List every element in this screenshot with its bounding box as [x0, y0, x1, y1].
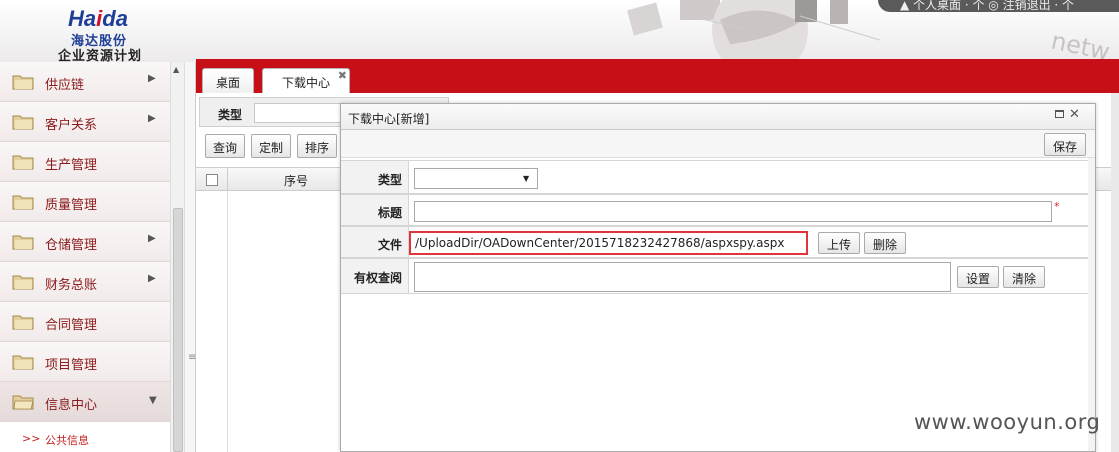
- sidebar-item-projects[interactable]: 项目管理: [0, 342, 170, 382]
- dialog-scrollbar[interactable]: [1088, 158, 1095, 451]
- required-marker: *: [1054, 200, 1060, 213]
- scroll-up-icon[interactable]: ▲: [173, 65, 179, 74]
- sidebar-item-contracts[interactable]: 合同管理: [0, 302, 170, 342]
- logo-subtitle: 企业资源计划: [58, 49, 143, 62]
- sidebar-scroll-thumb[interactable]: [173, 208, 183, 452]
- sidebar-item-label: 仓储管理: [45, 238, 98, 253]
- list-toolbar: 查询 定制 排序: [199, 129, 349, 159]
- form-row-type: 类型 ▼: [341, 160, 1089, 194]
- chevron-right-icon: ▶: [148, 233, 156, 244]
- set-permission-button[interactable]: 设置: [957, 266, 999, 288]
- tab-label: 下载中心: [281, 76, 330, 90]
- folder-icon: [12, 275, 34, 290]
- tab-download-center[interactable]: 下载中心 ✖: [262, 68, 350, 94]
- permission-label: 有权查阅: [341, 259, 409, 293]
- save-button[interactable]: 保存: [1044, 133, 1086, 156]
- user-toolbar-text[interactable]: ▲ 个人桌面 · 个 ◎ 注销退出 · 个: [900, 0, 1074, 13]
- header-art-text: netw: [1049, 26, 1113, 62]
- double-chevron-icon: >>: [22, 432, 41, 445]
- sidebar-item-label: 项目管理: [45, 358, 98, 373]
- sidebar-item-label: 财务总账: [45, 278, 98, 293]
- sidebar-item-finance[interactable]: 财务总账 ▶: [0, 262, 170, 302]
- filter-type-input[interactable]: [254, 103, 354, 123]
- sidebar-item-label: 质量管理: [45, 198, 98, 213]
- chevron-down-icon: ▼: [149, 395, 157, 406]
- column-divider: [227, 168, 228, 192]
- watermark: www.wooyun.org: [914, 410, 1101, 434]
- dropdown-arrow-icon: ▼: [523, 174, 530, 183]
- delete-button[interactable]: 删除: [864, 232, 906, 254]
- form-row-permission: 有权查阅 设置 清除: [341, 258, 1089, 294]
- column-divider: [227, 191, 228, 452]
- chevron-right-icon: ▶: [148, 73, 156, 84]
- add-download-dialog: 下载中心[新增] ✕ 保存 类型 ▼ 标题 * 文件 /UploadDir/OA…: [340, 103, 1096, 452]
- sidebar-item-info-center[interactable]: 信息中心 ▼: [0, 382, 170, 422]
- sort-button[interactable]: 排序: [297, 134, 337, 158]
- sidebar-item-quality[interactable]: 质量管理: [0, 182, 170, 222]
- sidebar-menu: 供应链 ▶ 客户关系 ▶ 生产管理 质量管理 仓储管理 ▶ 财务总账 ▶ 合同管…: [0, 62, 170, 452]
- select-all-checkbox[interactable]: [206, 174, 218, 186]
- close-icon[interactable]: ✕: [1069, 107, 1080, 122]
- sidebar-item-label: 生产管理: [45, 158, 98, 173]
- type-select[interactable]: ▼: [414, 168, 538, 189]
- sidebar-subitem-public-info[interactable]: >> 公共信息: [0, 428, 170, 452]
- folder-icon: [12, 115, 34, 130]
- folder-icon: [12, 195, 34, 210]
- sidebar-item-label: 供应链: [45, 78, 85, 93]
- tab-desktop[interactable]: 桌面: [202, 68, 254, 94]
- folder-icon: [12, 355, 34, 370]
- sidebar-item-label: 合同管理: [45, 318, 98, 333]
- maximize-icon[interactable]: [1055, 110, 1064, 118]
- dialog-toolbar: 保存: [341, 130, 1095, 158]
- folder-icon: [12, 235, 34, 250]
- title-input[interactable]: [414, 201, 1052, 222]
- dialog-titlebar[interactable]: 下载中心[新增] ✕: [341, 104, 1095, 130]
- sidebar-item-supply-chain[interactable]: 供应链 ▶: [0, 62, 170, 102]
- form-row-title: 标题 *: [341, 194, 1089, 226]
- folder-icon: [12, 155, 34, 170]
- sidebar-item-label: 客户关系: [45, 118, 98, 133]
- panel-scrollbar[interactable]: [1111, 93, 1119, 452]
- sidebar-item-customer-relations[interactable]: 客户关系 ▶: [0, 102, 170, 142]
- sidebar-item-production[interactable]: 生产管理: [0, 142, 170, 182]
- sidebar-subitem-label: 公共信息: [45, 434, 89, 447]
- clear-permission-button[interactable]: 清除: [1003, 266, 1045, 288]
- upload-button[interactable]: 上传: [818, 232, 860, 254]
- sidebar-splitter[interactable]: ≡: [184, 62, 196, 452]
- folder-open-icon: [12, 395, 34, 410]
- app-header: Haida 海达股份 企业资源计划 netw ▲ 个人桌面 · 个 ◎ 注销退出…: [0, 0, 1119, 62]
- type-label: 类型: [341, 161, 409, 193]
- form-row-file: 文件 /UploadDir/OADownCenter/2015718232427…: [341, 226, 1089, 258]
- file-path-input[interactable]: /UploadDir/OADownCenter/2015718232427868…: [409, 231, 808, 255]
- dialog-title: 下载中心[新增]: [348, 112, 430, 126]
- filter-type-label: 类型: [218, 108, 243, 122]
- sidebar-item-warehouse[interactable]: 仓储管理 ▶: [0, 222, 170, 262]
- chevron-right-icon: ▶: [148, 113, 156, 124]
- folder-icon: [12, 75, 34, 90]
- logo-haida: Haida: [68, 6, 128, 31]
- tab-label: 桌面: [215, 76, 240, 90]
- query-button[interactable]: 查询: [205, 134, 245, 158]
- chevron-right-icon: ▶: [148, 273, 156, 284]
- customize-button[interactable]: 定制: [251, 134, 291, 158]
- file-label: 文件: [341, 227, 409, 257]
- folder-icon: [12, 315, 34, 330]
- permission-input[interactable]: [414, 262, 951, 292]
- sidebar-scrollbar[interactable]: ▲: [170, 62, 184, 452]
- sidebar-item-label: 信息中心: [45, 398, 98, 413]
- column-header-index[interactable]: 序号: [284, 172, 308, 189]
- title-label: 标题: [341, 195, 409, 225]
- tab-bar: 桌面 下载中心 ✖: [196, 63, 1119, 94]
- close-icon[interactable]: ✖: [338, 69, 347, 82]
